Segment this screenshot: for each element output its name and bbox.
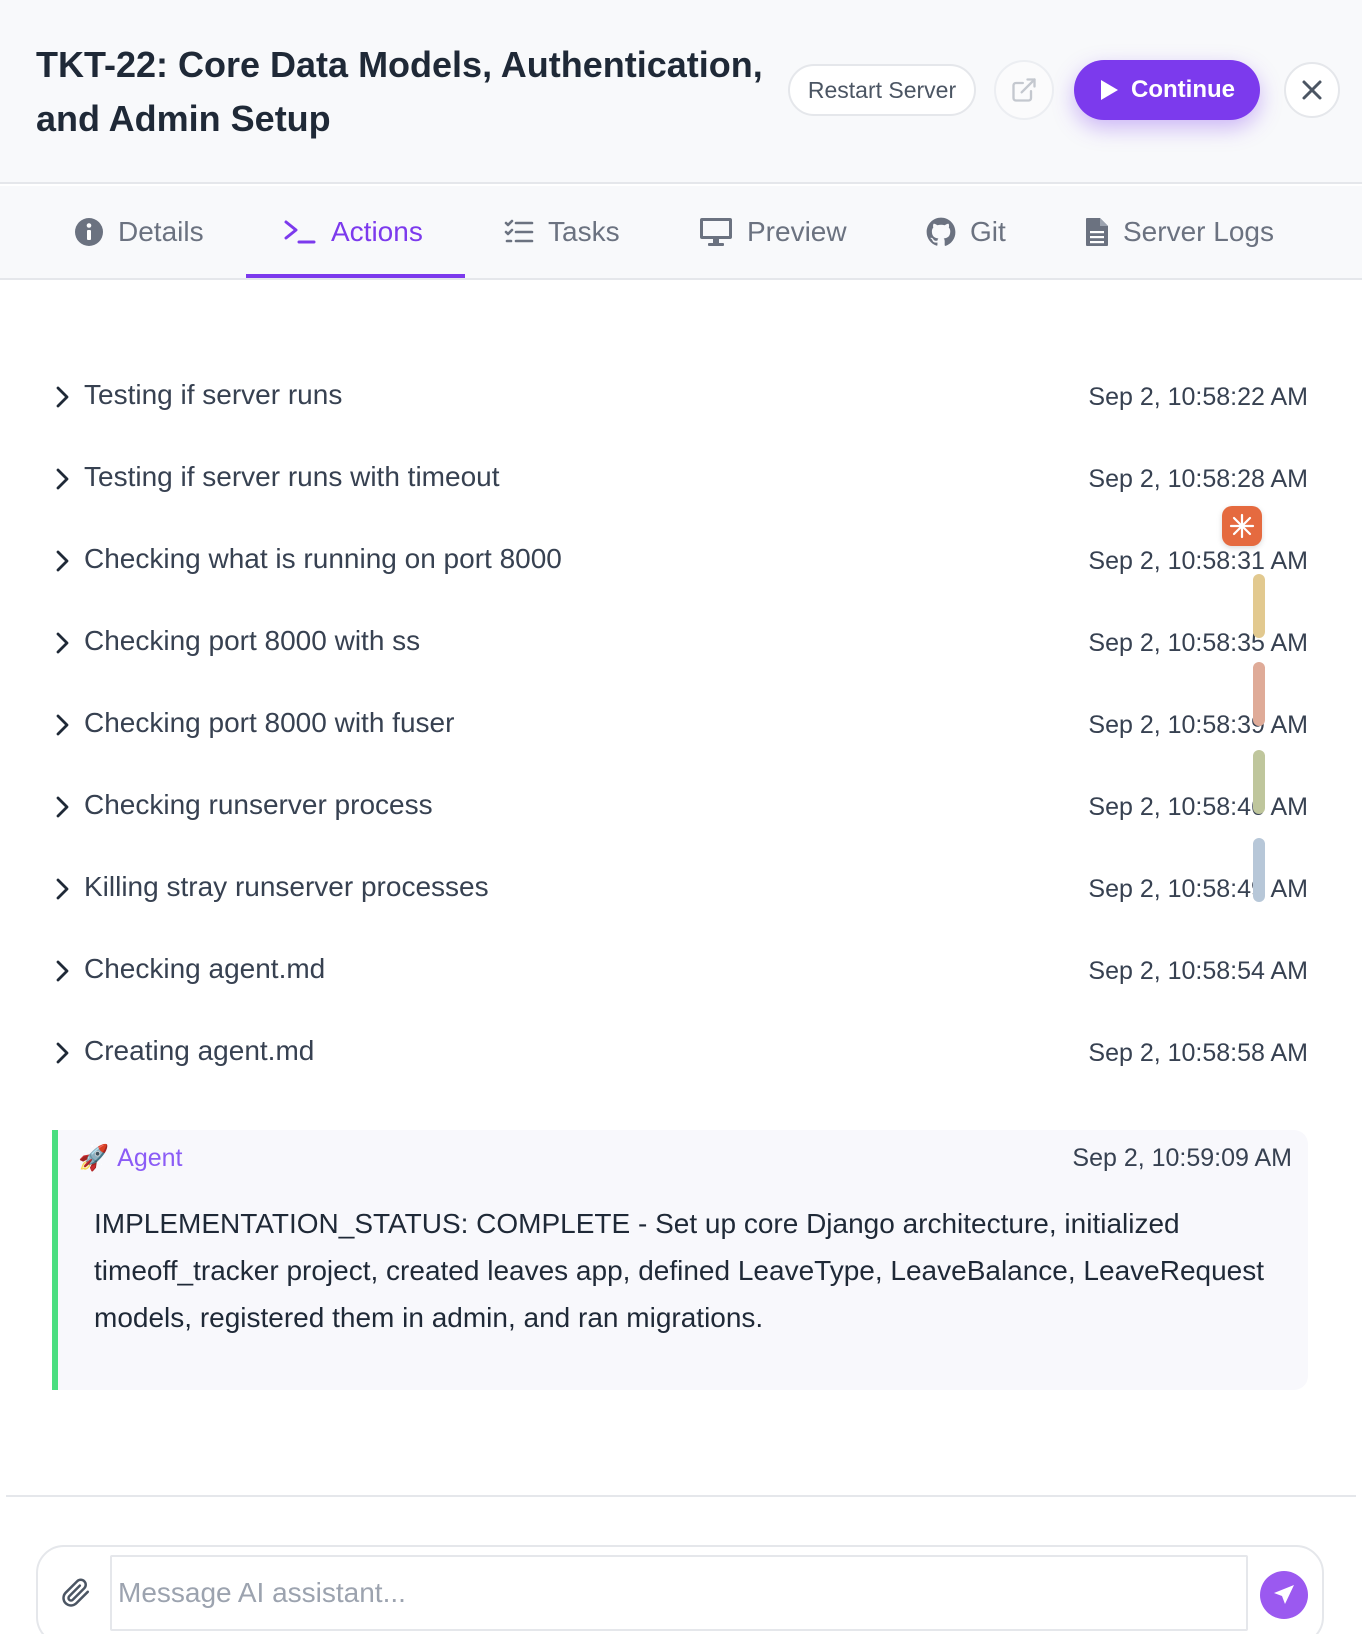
tab-git[interactable]: Git: [926, 186, 1006, 278]
action-timestamp: Sep 2, 10:58:28 AM: [1088, 465, 1308, 493]
chevron-right-icon: [56, 878, 69, 900]
sparkle-icon: [1229, 513, 1255, 539]
page-title: TKT-22: Core Data Models, Authentication…: [36, 44, 763, 139]
action-label: Checking port 8000 with ss: [84, 625, 421, 656]
action-label: Checking runserver process: [84, 789, 433, 820]
tab-git-label: Git: [970, 216, 1006, 247]
action-timestamp: Sep 2, 10:58:49 AM: [1088, 875, 1308, 903]
agent-timestamp: Sep 2, 10:59:09 AM: [1072, 1144, 1292, 1172]
tab-bar: Details Actions Tasks Preview Git Server…: [0, 186, 1362, 280]
action-timestamp: Sep 2, 10:58:58 AM: [1088, 1039, 1308, 1067]
page: TKT-22: Core Data Models, Authentication…: [0, 0, 1362, 1634]
rocket-icon: 🚀: [78, 1144, 110, 1172]
continue-button[interactable]: Continue: [1074, 60, 1260, 120]
action-label: Checking port 8000 with fuser: [84, 707, 455, 738]
action-item[interactable]: Checking agent.md Sep 2, 10:58:54 AM: [0, 939, 1362, 1021]
close-icon: [1302, 80, 1322, 100]
tab-preview[interactable]: Preview: [699, 186, 847, 278]
chevron-right-icon: [56, 386, 69, 408]
header: TKT-22: Core Data Models, Authentication…: [0, 0, 1362, 184]
agent-header: 🚀 Agent: [78, 1144, 182, 1173]
action-item[interactable]: Checking port 8000 with fuser Sep 2, 10:…: [0, 693, 1362, 775]
tab-actions-label: Actions: [331, 216, 423, 247]
tab-server-logs[interactable]: Server Logs: [1085, 186, 1274, 278]
active-tab-indicator: [246, 274, 465, 278]
continue-button-label: Continue: [1131, 76, 1235, 103]
paperclip-icon: [62, 1578, 90, 1607]
document-icon: [1086, 218, 1108, 246]
chevron-right-icon: [56, 468, 69, 490]
agent-name: Agent: [117, 1144, 183, 1172]
play-icon: [1101, 80, 1118, 100]
action-timestamp: Sep 2, 10:58:54 AM: [1088, 957, 1308, 985]
chevron-right-icon: [56, 550, 69, 572]
chevron-right-icon: [56, 714, 69, 736]
external-link-icon: [1012, 78, 1036, 102]
action-timestamp: Sep 2, 10:58:35 AM: [1088, 629, 1308, 657]
restart-server-button[interactable]: Restart Server: [788, 64, 976, 116]
action-item[interactable]: Creating agent.md Sep 2, 10:58:58 AM: [0, 1021, 1362, 1103]
overlay-indicator-pill: [1253, 750, 1265, 814]
action-item[interactable]: Checking port 8000 with ss Sep 2, 10:58:…: [0, 611, 1362, 693]
monitor-icon: [700, 218, 732, 246]
footer-divider: [6, 1495, 1356, 1497]
action-timestamp: Sep 2, 10:58:22 AM: [1088, 383, 1308, 411]
tab-server-logs-label: Server Logs: [1123, 216, 1274, 247]
overlay-indicator-pill: [1253, 662, 1265, 726]
action-timestamp: Sep 2, 10:58:31 AM: [1088, 547, 1308, 575]
action-item[interactable]: Killing stray runserver processes Sep 2,…: [0, 857, 1362, 939]
tab-details-label: Details: [118, 216, 204, 247]
close-button[interactable]: [1284, 62, 1340, 118]
chevron-right-icon: [56, 632, 69, 654]
tab-tasks[interactable]: Tasks: [504, 186, 620, 278]
actions-list: Testing if server runs Sep 2, 10:58:22 A…: [0, 365, 1362, 1103]
message-composer: [36, 1545, 1324, 1634]
chevron-right-icon: [56, 960, 69, 982]
send-icon: [1274, 1585, 1294, 1604]
action-label: Checking what is running on port 8000: [84, 543, 562, 574]
action-label: Checking agent.md: [84, 953, 326, 984]
tab-actions[interactable]: Actions: [283, 186, 423, 278]
overlay-indicator-pill: [1253, 838, 1265, 902]
message-input[interactable]: [110, 1555, 1248, 1631]
info-icon: [75, 218, 103, 246]
agent-message: 🚀 Agent Sep 2, 10:59:09 AM IMPLEMENTATIO…: [52, 1130, 1308, 1390]
action-label: Testing if server runs with timeout: [84, 461, 500, 492]
overlay-indicator-pill: [1253, 574, 1265, 638]
agent-message-text: IMPLEMENTATION_STATUS: COMPLETE - Set up…: [94, 1208, 1265, 1333]
open-external-button[interactable]: [994, 60, 1054, 120]
action-item[interactable]: Testing if server runs Sep 2, 10:58:22 A…: [0, 365, 1362, 447]
action-label: Testing if server runs: [84, 379, 343, 410]
tab-tasks-label: Tasks: [548, 216, 620, 247]
action-label: Creating agent.md: [84, 1035, 315, 1066]
attach-button[interactable]: [58, 1575, 94, 1611]
github-icon: [926, 217, 956, 246]
terminal-icon: [284, 220, 316, 244]
floating-assistant-badge[interactable]: [1222, 506, 1262, 546]
checklist-icon: [504, 219, 534, 243]
action-timestamp: Sep 2, 10:58:46 AM: [1088, 793, 1308, 821]
action-item[interactable]: Checking what is running on port 8000 Se…: [0, 529, 1362, 611]
action-item[interactable]: Checking runserver process Sep 2, 10:58:…: [0, 775, 1362, 857]
send-button[interactable]: [1260, 1571, 1308, 1619]
chevron-right-icon: [56, 1042, 69, 1064]
action-timestamp: Sep 2, 10:58:39 AM: [1088, 711, 1308, 739]
chevron-right-icon: [56, 796, 69, 818]
tab-preview-label: Preview: [747, 216, 847, 247]
tab-details[interactable]: Details: [74, 186, 204, 278]
action-item[interactable]: Testing if server runs with timeout Sep …: [0, 447, 1362, 529]
action-label: Killing stray runserver processes: [84, 871, 489, 902]
